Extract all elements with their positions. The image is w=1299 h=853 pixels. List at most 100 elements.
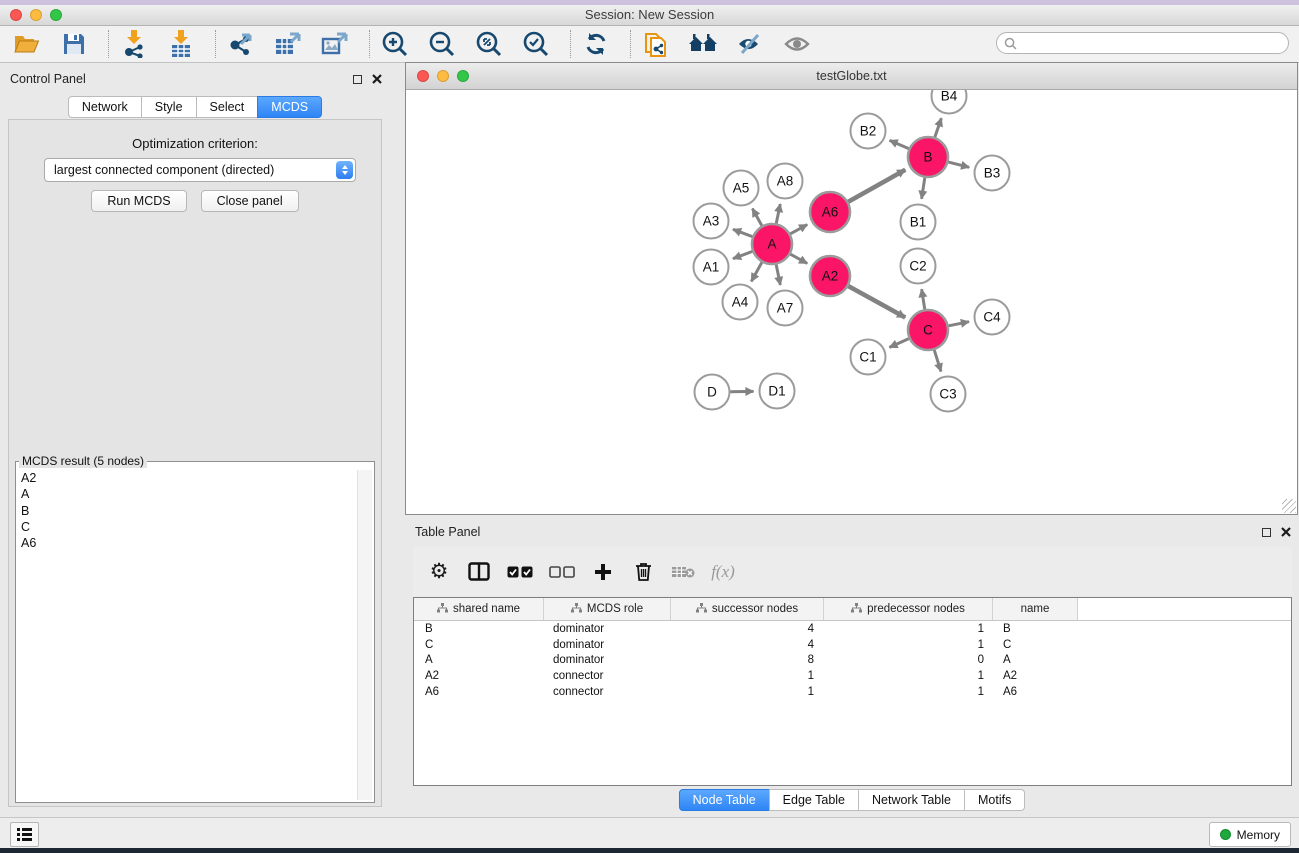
table-cell[interactable]: A2 — [993, 670, 1078, 682]
search-input[interactable] — [1022, 35, 1288, 51]
tab-edge-table[interactable]: Edge Table — [769, 789, 859, 811]
select-all-icon[interactable] — [507, 559, 533, 585]
zoom-in-icon[interactable] — [380, 29, 410, 59]
float-panel-icon[interactable] — [353, 75, 362, 84]
table-cell[interactable]: C — [993, 639, 1078, 651]
zoom-window-button[interactable] — [50, 9, 62, 21]
network-canvas[interactable]: B4B2BB3A8A5A6A3B1AA1C2A2A4A7C4CC1C3DD1 — [406, 90, 1297, 514]
result-scrollbar[interactable] — [357, 470, 372, 800]
refresh-icon[interactable] — [581, 29, 611, 59]
import-table-icon[interactable] — [166, 29, 196, 59]
table-cell[interactable]: connector — [544, 686, 671, 698]
column-header[interactable]: predecessor nodes — [824, 598, 993, 620]
column-header[interactable]: name — [993, 598, 1078, 620]
list-item[interactable]: A — [18, 486, 356, 502]
table-cell[interactable]: 4 — [671, 623, 824, 635]
table-cell[interactable]: 1 — [671, 686, 824, 698]
table-cell[interactable]: 1 — [824, 639, 993, 651]
duplicate-network-icon[interactable] — [641, 29, 671, 59]
search-field[interactable] — [996, 32, 1289, 54]
optimization-criterion-dropdown[interactable]: largest connected component (directed) — [44, 158, 356, 182]
list-item[interactable]: B — [18, 503, 356, 519]
tab-mcds[interactable]: MCDS — [257, 96, 322, 118]
table-cell[interactable]: A6 — [414, 686, 544, 698]
show-panels-button[interactable] — [10, 822, 39, 847]
table-cell[interactable]: dominator — [544, 639, 671, 651]
import-network-icon[interactable] — [119, 29, 149, 59]
memory-button[interactable]: Memory — [1209, 822, 1291, 847]
column-header[interactable]: shared name — [414, 598, 544, 620]
zoom-selected-icon[interactable] — [521, 29, 551, 59]
graph-edge[interactable] — [889, 339, 908, 348]
list-item[interactable]: A2 — [18, 470, 356, 486]
add-column-icon[interactable] — [591, 559, 615, 585]
table-cell[interactable]: dominator — [544, 623, 671, 635]
tab-network[interactable]: Network — [68, 96, 142, 118]
graph-edge[interactable] — [790, 225, 807, 234]
table-row[interactable]: Adominator80A — [414, 653, 1291, 669]
table-cell[interactable]: 1 — [824, 670, 993, 682]
table-cell[interactable]: A2 — [414, 670, 544, 682]
hide-graphics-icon[interactable] — [735, 29, 765, 59]
graph-edge[interactable] — [848, 170, 905, 202]
save-session-icon[interactable] — [59, 29, 89, 59]
table-row[interactable]: A2connector11A2 — [414, 668, 1291, 684]
zoom-fit-icon[interactable] — [474, 29, 504, 59]
table-row[interactable]: A6connector11A6 — [414, 684, 1291, 700]
list-item[interactable]: C — [18, 519, 356, 535]
delete-table-icon[interactable] — [671, 559, 695, 585]
graph-edge[interactable] — [751, 262, 762, 281]
column-icon[interactable] — [467, 559, 491, 585]
minimize-window-button[interactable] — [437, 70, 449, 82]
tab-style[interactable]: Style — [141, 96, 197, 118]
table-cell[interactable]: 8 — [671, 654, 824, 666]
zoom-out-icon[interactable] — [427, 29, 457, 59]
graph-edge[interactable] — [949, 322, 969, 326]
table-cell[interactable]: 1 — [671, 670, 824, 682]
zoom-window-button[interactable] — [457, 70, 469, 82]
export-image-icon[interactable] — [320, 29, 350, 59]
delete-column-icon[interactable] — [631, 559, 655, 585]
minimize-window-button[interactable] — [30, 9, 42, 21]
graph-edge[interactable] — [948, 162, 969, 167]
tab-network-table[interactable]: Network Table — [858, 789, 965, 811]
table-cell[interactable]: B — [414, 623, 544, 635]
table-cell[interactable]: 0 — [824, 654, 993, 666]
graph-edge[interactable] — [922, 289, 925, 309]
graph-edge[interactable] — [890, 140, 909, 148]
table-cell[interactable]: A — [414, 654, 544, 666]
open-file-icon[interactable] — [12, 29, 42, 59]
close-window-button[interactable] — [10, 9, 22, 21]
table-cell[interactable]: connector — [544, 670, 671, 682]
graph-edge[interactable] — [752, 209, 761, 226]
table-cell[interactable]: C — [414, 639, 544, 651]
table-cell[interactable]: 1 — [824, 623, 993, 635]
deselect-all-icon[interactable] — [549, 559, 575, 585]
resize-grip[interactable] — [1282, 499, 1296, 513]
table-cell[interactable]: dominator — [544, 654, 671, 666]
table-cell[interactable]: A — [993, 654, 1078, 666]
close-window-button[interactable] — [417, 70, 429, 82]
column-header[interactable]: MCDS role — [544, 598, 671, 620]
close-panel-icon[interactable] — [1281, 527, 1291, 537]
graph-edge[interactable] — [935, 118, 942, 137]
home-icon[interactable] — [688, 29, 718, 59]
tab-select[interactable]: Select — [196, 96, 259, 118]
gear-icon[interactable]: ⚙ — [427, 559, 451, 585]
show-eye-icon[interactable] — [782, 29, 812, 59]
run-mcds-button[interactable]: Run MCDS — [91, 190, 186, 212]
export-network-icon[interactable] — [226, 29, 256, 59]
table-cell[interactable]: A6 — [993, 686, 1078, 698]
close-panel-button[interactable]: Close panel — [201, 190, 299, 212]
graph-edge[interactable] — [790, 254, 807, 263]
column-header[interactable]: successor nodes — [671, 598, 824, 620]
table-cell[interactable]: 4 — [671, 639, 824, 651]
graph-edge[interactable] — [776, 204, 780, 223]
function-builder-icon[interactable]: f(x) — [711, 559, 735, 585]
graph-edge[interactable] — [776, 265, 780, 285]
graph-edge[interactable] — [934, 350, 941, 372]
graph-edge[interactable] — [848, 286, 905, 317]
tab-node-table[interactable]: Node Table — [679, 789, 770, 811]
table-cell[interactable]: 1 — [824, 686, 993, 698]
list-item[interactable]: A6 — [18, 535, 356, 551]
